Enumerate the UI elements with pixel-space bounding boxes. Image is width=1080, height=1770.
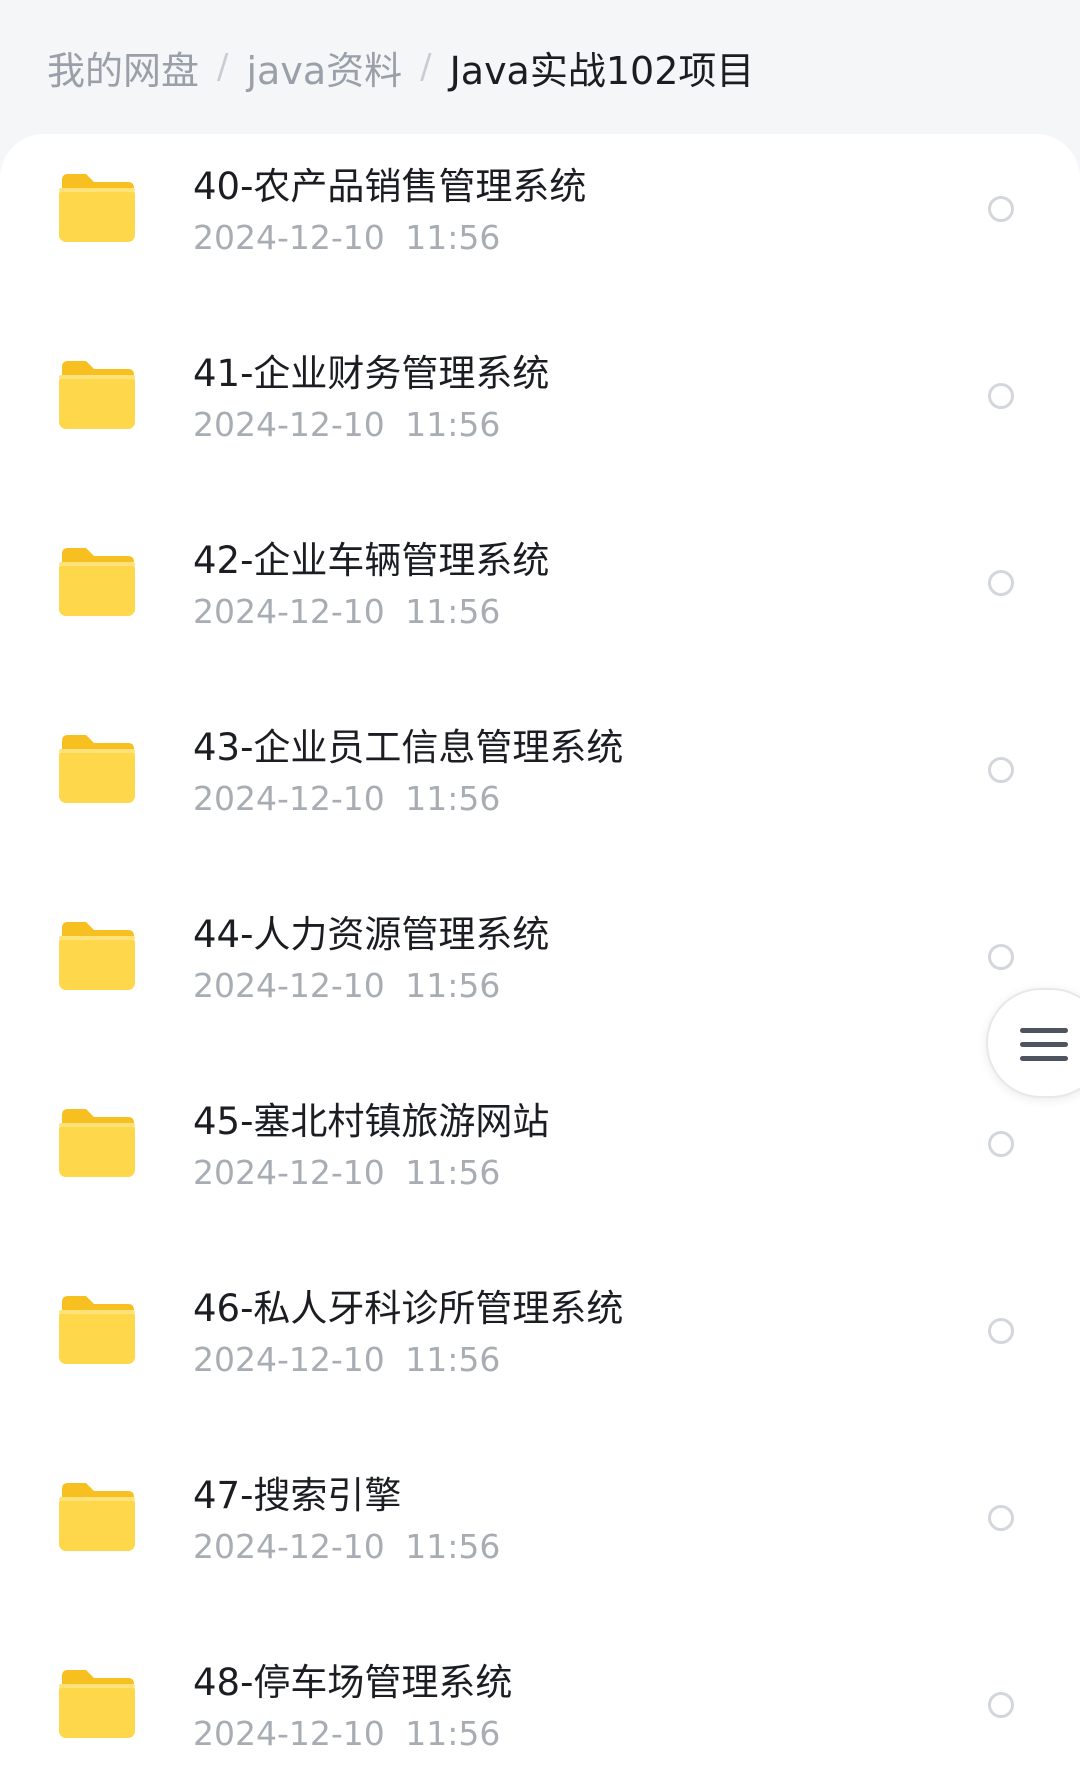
folder-icon — [58, 922, 136, 992]
folder-icon — [58, 361, 136, 431]
file-name: 46-私人牙科诊所管理系统 — [193, 1287, 624, 1330]
file-row[interactable]: 48-停车场管理系统 2024-12-10 11:56 — [0, 1638, 1080, 1770]
file-row[interactable]: 47-搜索引擎 2024-12-10 11:56 — [0, 1451, 1080, 1638]
file-name: 44-人力资源管理系统 — [193, 913, 550, 956]
file-date: 2024-12-10 11:56 — [193, 1527, 501, 1566]
folder-icon — [58, 174, 136, 244]
file-date: 2024-12-10 11:56 — [193, 218, 501, 257]
select-radio[interactable] — [988, 1318, 1014, 1344]
select-radio[interactable] — [988, 570, 1014, 596]
file-date: 2024-12-10 11:56 — [193, 1153, 501, 1192]
select-radio[interactable] — [988, 1505, 1014, 1531]
file-list: 40-农产品销售管理系统 2024-12-10 11:56 41-企业财务管理系… — [0, 134, 1080, 1770]
select-radio[interactable] — [988, 383, 1014, 409]
file-name: 40-农产品销售管理系统 — [193, 165, 587, 208]
folder-icon — [58, 548, 136, 618]
file-date: 2024-12-10 11:56 — [193, 966, 501, 1005]
folder-icon — [58, 1296, 136, 1366]
file-name: 45-塞北村镇旅游网站 — [193, 1100, 550, 1143]
breadcrumb-separator: / — [217, 47, 229, 87]
breadcrumb: 我的网盘 / java资料 / Java实战102项目 — [47, 0, 754, 134]
file-date: 2024-12-10 11:56 — [193, 1714, 501, 1753]
menu-icon — [1020, 1028, 1068, 1062]
file-date: 2024-12-10 11:56 — [193, 779, 501, 818]
file-name: 47-搜索引擎 — [193, 1474, 402, 1517]
file-date: 2024-12-10 11:56 — [193, 1340, 501, 1379]
file-name: 42-企业车辆管理系统 — [193, 539, 550, 582]
breadcrumb-separator: / — [420, 47, 432, 87]
file-date: 2024-12-10 11:56 — [193, 592, 501, 631]
folder-icon — [58, 735, 136, 805]
file-row[interactable]: 45-塞北村镇旅游网站 2024-12-10 11:56 — [0, 1077, 1080, 1264]
file-row[interactable]: 42-企业车辆管理系统 2024-12-10 11:56 — [0, 516, 1080, 703]
breadcrumb-item-my-drive[interactable]: 我的网盘 — [47, 40, 199, 95]
file-row[interactable]: 41-企业财务管理系统 2024-12-10 11:56 — [0, 329, 1080, 516]
file-name: 43-企业员工信息管理系统 — [193, 726, 624, 769]
file-row[interactable]: 46-私人牙科诊所管理系统 2024-12-10 11:56 — [0, 1264, 1080, 1451]
select-radio[interactable] — [988, 944, 1014, 970]
select-radio[interactable] — [988, 757, 1014, 783]
file-name: 41-企业财务管理系统 — [193, 352, 550, 395]
file-name: 48-停车场管理系统 — [193, 1661, 513, 1704]
file-date: 2024-12-10 11:56 — [193, 405, 501, 444]
folder-icon — [58, 1109, 136, 1179]
breadcrumb-item-current-folder: Java实战102项目 — [449, 48, 755, 93]
folder-icon — [58, 1483, 136, 1553]
file-row[interactable]: 44-人力资源管理系统 2024-12-10 11:56 — [0, 890, 1080, 1077]
file-row[interactable]: 40-农产品销售管理系统 2024-12-10 11:56 — [0, 142, 1080, 329]
breadcrumb-item-java-materials[interactable]: java资料 — [246, 40, 402, 95]
select-radio[interactable] — [988, 1692, 1014, 1718]
select-radio[interactable] — [988, 1131, 1014, 1157]
select-radio[interactable] — [988, 196, 1014, 222]
file-row[interactable]: 43-企业员工信息管理系统 2024-12-10 11:56 — [0, 703, 1080, 890]
folder-icon — [58, 1670, 136, 1740]
